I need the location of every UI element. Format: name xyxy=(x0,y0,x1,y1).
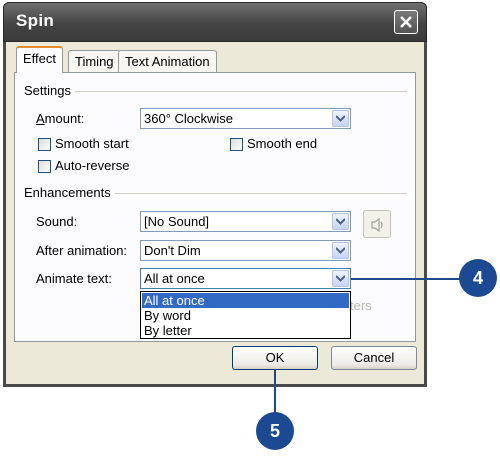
sound-label: Sound: xyxy=(36,214,78,229)
animate-text-dropdown-list[interactable]: All at once By word By letter xyxy=(140,291,351,339)
obscured-label-fragment: ters xyxy=(350,298,372,313)
window-frame-bottom xyxy=(3,384,427,387)
smooth-start-checkbox[interactable] xyxy=(38,138,51,151)
sound-settings-button[interactable] xyxy=(363,210,391,238)
window-frame-right xyxy=(424,42,427,387)
callout-4: 4 xyxy=(459,259,497,297)
callout-5-line xyxy=(274,369,276,414)
ok-button[interactable]: OK xyxy=(232,346,318,370)
chevron-down-icon xyxy=(336,247,345,254)
option-all-at-once[interactable]: All at once xyxy=(142,293,349,308)
after-animation-dropdown-button[interactable] xyxy=(332,242,349,259)
chevron-down-icon xyxy=(336,115,345,122)
title-bar: Spin xyxy=(3,2,427,42)
smooth-end-label: Smooth end xyxy=(247,136,318,151)
sound-value: [No Sound] xyxy=(144,214,210,229)
settings-divider xyxy=(24,91,407,92)
tab-timing[interactable]: Timing xyxy=(68,50,121,72)
amount-label-text: mount: xyxy=(44,111,85,126)
animate-text-dropdown-button[interactable] xyxy=(332,270,349,287)
sound-combobox[interactable]: [No Sound] xyxy=(140,211,351,232)
smooth-end-checkbox[interactable] xyxy=(230,138,243,151)
chevron-down-icon xyxy=(336,218,345,225)
window-title: Spin xyxy=(16,11,55,30)
option-by-letter[interactable]: By letter xyxy=(142,323,349,338)
speaker-icon xyxy=(371,217,383,233)
tab-text-animation[interactable]: Text Animation xyxy=(118,50,217,72)
animate-text-combobox[interactable]: All at once xyxy=(140,268,351,289)
amount-label: Amount: xyxy=(36,111,85,126)
enhancements-group-label: Enhancements xyxy=(24,185,115,200)
amount-dropdown-button[interactable] xyxy=(332,110,349,127)
after-animation-combobox[interactable]: Don't Dim xyxy=(140,240,351,261)
callout-4-line xyxy=(351,278,461,280)
tab-effect[interactable]: Effect xyxy=(16,46,64,73)
after-animation-label: After animation: xyxy=(36,243,128,258)
option-by-word[interactable]: By word xyxy=(142,308,349,323)
settings-group-label: Settings xyxy=(24,83,75,98)
auto-reverse-checkbox[interactable] xyxy=(38,160,51,173)
window-frame-left xyxy=(3,42,6,387)
auto-reverse-label: Auto-reverse xyxy=(55,158,130,173)
animate-text-label: Animate text: xyxy=(36,271,112,286)
smooth-start-label: Smooth start xyxy=(55,136,129,151)
sound-dropdown-button[interactable] xyxy=(332,213,349,230)
callout-5: 5 xyxy=(256,412,294,450)
amount-combobox[interactable]: 360° Clockwise xyxy=(140,108,351,129)
chevron-down-icon xyxy=(336,275,345,282)
close-icon xyxy=(400,16,412,28)
amount-value: 360° Clockwise xyxy=(144,111,234,126)
close-button[interactable] xyxy=(394,10,418,34)
cancel-button[interactable]: Cancel xyxy=(331,346,417,370)
animate-text-value: All at once xyxy=(144,271,205,286)
after-animation-value: Don't Dim xyxy=(144,243,201,258)
